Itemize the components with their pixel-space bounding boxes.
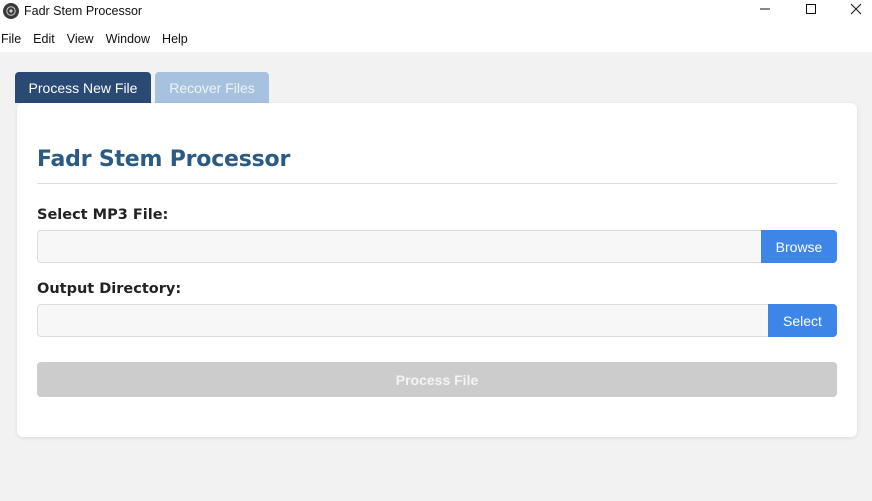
page-title: Fadr Stem Processor — [37, 147, 291, 172]
output-directory-label: Output Directory: — [37, 281, 182, 297]
mp3-file-input[interactable] — [37, 230, 761, 263]
close-icon — [850, 2, 862, 20]
menu-window[interactable]: Window — [106, 32, 156, 46]
tab-process-new-file[interactable]: Process New File — [15, 72, 151, 103]
mp3-file-label: Select MP3 File: — [37, 207, 169, 223]
output-directory-input[interactable] — [37, 304, 768, 337]
maximize-icon — [805, 2, 817, 20]
close-button[interactable] — [833, 0, 872, 22]
window-title: Fadr Stem Processor — [24, 4, 143, 18]
menu-bar: File Edit View Window Help — [0, 28, 872, 50]
tab-recover-files[interactable]: Recover Files — [155, 72, 269, 103]
menu-help[interactable]: Help — [162, 32, 194, 46]
main-panel: Fadr Stem Processor Select MP3 File: Bro… — [17, 103, 857, 437]
menu-view[interactable]: View — [67, 32, 100, 46]
menu-file[interactable]: File — [1, 32, 27, 46]
maximize-button[interactable] — [788, 0, 834, 22]
browse-button[interactable]: Browse — [761, 230, 837, 263]
select-directory-button[interactable]: Select — [768, 304, 837, 337]
minimize-button[interactable] — [742, 0, 788, 22]
app-logo-icon — [3, 3, 19, 19]
minimize-icon — [759, 2, 771, 20]
title-divider — [37, 183, 837, 184]
menu-edit[interactable]: Edit — [33, 32, 61, 46]
title-bar: Fadr Stem Processor — [0, 0, 872, 22]
process-file-button[interactable]: Process File — [37, 362, 837, 397]
